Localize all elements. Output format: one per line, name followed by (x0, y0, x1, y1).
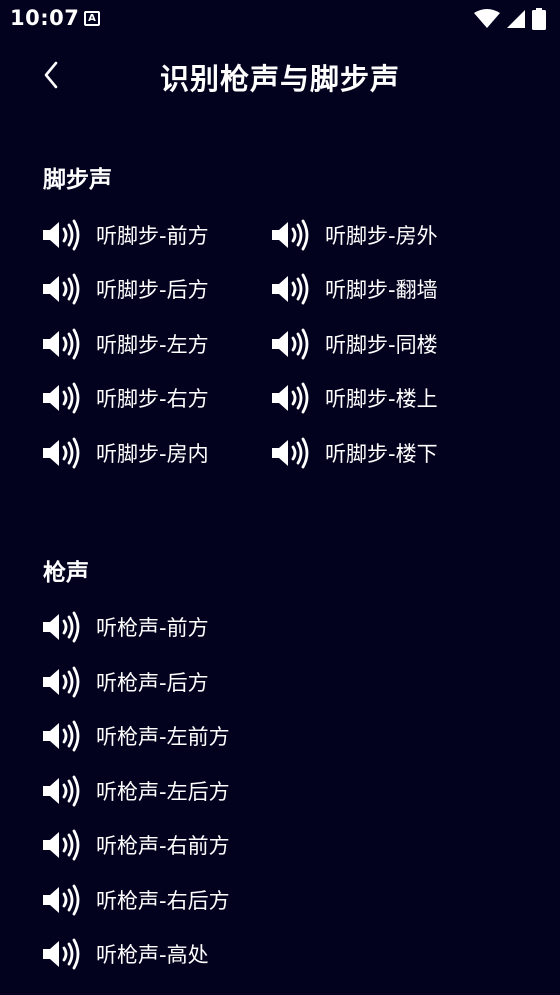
battery-icon (532, 8, 546, 30)
sound-item-footstep-upstairs[interactable]: 听脚步-楼上 (270, 378, 438, 418)
sound-item-label: 听枪声-左后方 (96, 780, 230, 804)
status-bar: 10:07 A (0, 0, 560, 38)
section-title-gunshots: 枪声 (43, 560, 89, 586)
speaker-icon (41, 666, 81, 698)
speaker-icon (41, 328, 81, 360)
sound-item-label: 听脚步-后方 (96, 278, 209, 302)
status-time: 10:07 (10, 6, 80, 30)
section-title-footsteps: 脚步声 (43, 167, 112, 193)
speaker-icon (41, 437, 81, 469)
speaker-icon (270, 437, 310, 469)
speaker-icon (270, 273, 310, 305)
sound-item-label: 听脚步-翻墙 (325, 278, 438, 302)
sound-item-gunshot-back[interactable]: 听枪声-后方 (41, 662, 209, 702)
sound-item-footstep-front[interactable]: 听脚步-前方 (41, 215, 209, 255)
speaker-icon (270, 328, 310, 360)
sound-item-label: 听脚步-前方 (96, 224, 209, 248)
sound-item-label: 听枪声-左前方 (96, 725, 230, 749)
sound-item-label: 听脚步-房内 (96, 442, 209, 466)
notification-a-icon: A (84, 11, 100, 26)
sound-item-gunshot-front-left[interactable]: 听枪声-左前方 (41, 716, 230, 756)
speaker-icon (41, 219, 81, 251)
page-title: 识别枪声与脚步声 (159, 62, 400, 96)
sound-item-footstep-inside[interactable]: 听脚步-房内 (41, 433, 209, 473)
speaker-icon (41, 884, 81, 916)
speaker-icon (41, 938, 81, 970)
sound-item-label: 听枪声-高处 (96, 943, 209, 967)
sound-item-gunshot-back-right[interactable]: 听枪声-右后方 (41, 880, 230, 920)
wifi-icon (474, 9, 500, 28)
sound-item-label: 听脚步-同楼 (325, 333, 438, 357)
sound-item-label: 听枪声-右前方 (96, 834, 230, 858)
speaker-icon (270, 382, 310, 414)
sound-item-label: 听脚步-房外 (325, 224, 438, 248)
sound-item-label: 听脚步-楼上 (325, 387, 438, 411)
sound-item-footstep-back[interactable]: 听脚步-后方 (41, 269, 209, 309)
sound-item-label: 听脚步-左方 (96, 333, 209, 357)
sound-item-label: 听枪声-后方 (96, 671, 209, 695)
speaker-icon (41, 775, 81, 807)
speaker-icon (41, 611, 81, 643)
sound-item-footstep-downstairs[interactable]: 听脚步-楼下 (270, 433, 438, 473)
sound-item-label: 听枪声-前方 (96, 616, 209, 640)
sound-item-footstep-same-floor[interactable]: 听脚步-同楼 (270, 324, 438, 364)
sound-item-footstep-left[interactable]: 听脚步-左方 (41, 324, 209, 364)
sound-item-label: 听枪声-右后方 (96, 889, 230, 913)
cellular-signal-icon (507, 10, 525, 28)
sound-item-footstep-outside[interactable]: 听脚步-房外 (270, 215, 438, 255)
speaker-icon (270, 219, 310, 251)
speaker-icon (41, 720, 81, 752)
app-bar: 识别枪声与脚步声 (0, 38, 560, 110)
sound-item-footstep-wall[interactable]: 听脚步-翻墙 (270, 269, 438, 309)
sound-item-gunshot-front[interactable]: 听枪声-前方 (41, 607, 209, 647)
speaker-icon (41, 829, 81, 861)
speaker-icon (41, 273, 81, 305)
speaker-icon (41, 382, 81, 414)
sound-item-gunshot-high[interactable]: 听枪声-高处 (41, 934, 209, 974)
sound-item-gunshot-front-right[interactable]: 听枪声-右前方 (41, 825, 230, 865)
sound-item-footstep-right[interactable]: 听脚步-右方 (41, 378, 209, 418)
sound-item-gunshot-back-left[interactable]: 听枪声-左后方 (41, 771, 230, 811)
sound-item-label: 听脚步-右方 (96, 387, 209, 411)
sound-item-label: 听脚步-楼下 (325, 442, 438, 466)
